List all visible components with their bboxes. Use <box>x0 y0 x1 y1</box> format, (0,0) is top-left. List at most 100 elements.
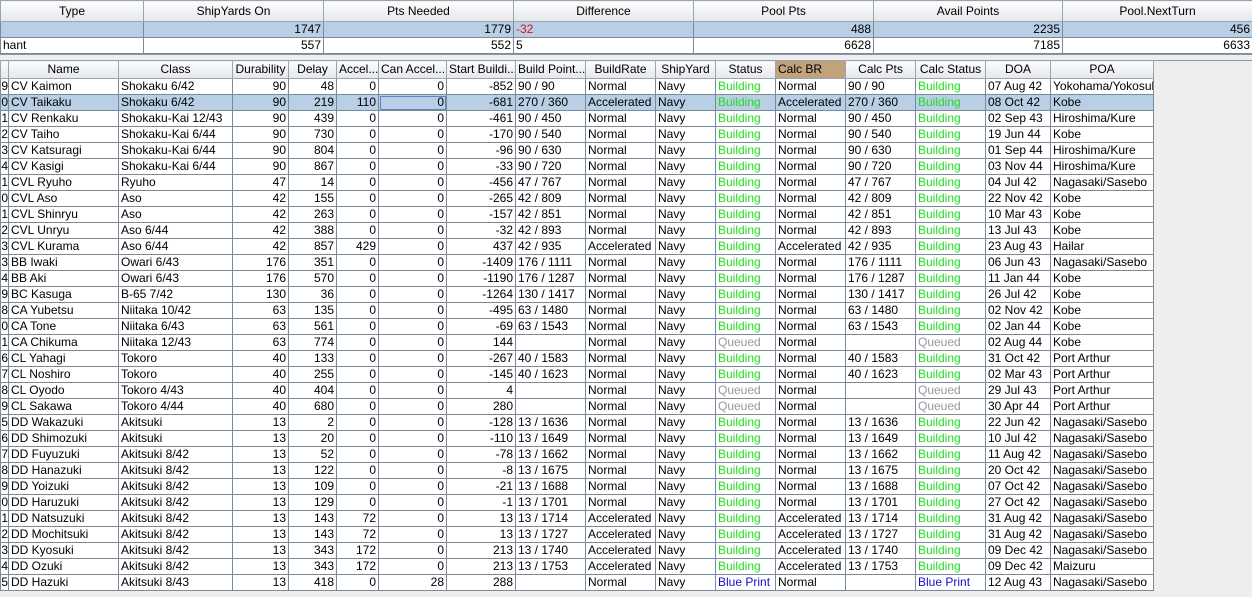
table-row[interactable]: 4 DD Ozuki Akitsuki 8/42 13 343 172 0 213 13 / 1… <box>0 558 1154 575</box>
column-header-durability[interactable]: Durability <box>232 60 289 79</box>
cell-calc-status: Building <box>915 526 986 543</box>
cell-can-accel[interactable]: 0 <box>378 238 447 255</box>
cell-can-accel[interactable]: 0 <box>378 350 447 367</box>
column-header-index[interactable] <box>0 60 9 79</box>
table-row[interactable]: 5 DD Wakazuki Akitsuki 13 2 0 0 -128 13 / 1636 No… <box>0 414 1154 431</box>
cell-can-accel[interactable]: 0 <box>378 334 447 351</box>
table-row[interactable]: 2 DD Mochitsuki Akitsuki 8/42 13 143 72 0 13 13 … <box>0 526 1154 543</box>
cell-can-accel[interactable]: 0 <box>378 542 447 559</box>
column-header-calc-br[interactable]: Calc BR <box>775 60 846 79</box>
cell-can-accel[interactable]: 0 <box>378 174 447 191</box>
cell-can-accel[interactable]: 0 <box>378 94 447 111</box>
table-row[interactable]: 9 BC Kasuga B-65 7/42 130 36 0 0 -1264 130 / 141… <box>0 286 1154 303</box>
table-row[interactable]: 0 CVL Aso Aso 42 155 0 0 -265 42 / 809 Normal Navy… <box>0 190 1154 207</box>
table-row[interactable]: 2 CV Taiho Shokaku-Kai 6/44 90 730 0 0 -170 90 /… <box>0 126 1154 143</box>
cell-can-accel[interactable]: 0 <box>378 414 447 431</box>
cell-can-accel[interactable]: 0 <box>378 558 447 575</box>
column-header-avail-points[interactable]: Avail Points <box>873 0 1063 22</box>
table-row[interactable]: 1 CVL Shinryu Aso 42 263 0 0 -157 42 / 851 Normal… <box>0 206 1154 223</box>
column-header-doa[interactable]: DOA <box>985 60 1051 79</box>
table-row[interactable]: 0 CA Tone Niitaka 6/43 63 561 0 0 -69 63 / 1543 N… <box>0 318 1154 335</box>
column-header-status[interactable]: Status <box>715 60 776 79</box>
cell-name: DD Ozuki <box>8 558 119 575</box>
cell-can-accel[interactable]: 0 <box>378 270 447 287</box>
table-row[interactable]: 9 CV Kaimon Shokaku 6/42 90 48 0 0 -852 90 / 90 N… <box>0 78 1154 95</box>
cell-can-accel[interactable]: 0 <box>378 366 447 383</box>
cell-shipyard: Navy <box>655 510 716 527</box>
summary-row[interactable]: 1747 1779 -32 488 2235 456 <box>0 21 1252 38</box>
cell-calc-pts: 13 / 1714 <box>845 510 916 527</box>
cell-can-accel[interactable]: 0 <box>378 78 447 95</box>
table-row[interactable]: 3 BB Iwaki Owari 6/43 176 351 0 0 -1409 176 / 11… <box>0 254 1154 271</box>
table-row[interactable]: 5 DD Hazuki Akitsuki 8/43 13 418 0 28 288 Normal… <box>0 574 1154 591</box>
cell-can-accel[interactable]: 0 <box>378 206 447 223</box>
cell-can-accel[interactable]: 0 <box>378 478 447 495</box>
cell-can-accel[interactable]: 0 <box>378 302 447 319</box>
column-header-pts-needed[interactable]: Pts Needed <box>323 0 514 22</box>
table-row[interactable]: 7 CL Noshiro Tokoro 40 255 0 0 -145 40 / 1623 Nor… <box>0 366 1154 383</box>
cell-can-accel[interactable]: 0 <box>378 110 447 127</box>
column-header-build-point[interactable]: Build Point... <box>515 60 586 79</box>
column-header-shipyard[interactable]: ShipYard <box>655 60 716 79</box>
table-row[interactable]: 4 BB Aki Owari 6/43 176 570 0 0 -1190 176 / 1287… <box>0 270 1154 287</box>
summary-row[interactable]: hant 557 552 5 6628 7185 6633 <box>0 37 1252 54</box>
cell-can-accel[interactable]: 28 <box>378 574 447 591</box>
table-row[interactable]: 8 CA Yubetsu Niitaka 10/42 63 135 0 0 -495 63 / … <box>0 302 1154 319</box>
column-header-accel[interactable]: Accel... <box>336 60 379 79</box>
table-row[interactable]: 9 CL Sakawa Tokoro 4/44 40 680 0 0 280 Normal Nav… <box>0 398 1154 415</box>
cell-buildrate: Normal <box>585 574 656 591</box>
table-row[interactable]: 3 CV Katsuragi Shokaku-Kai 6/44 90 804 0 0 -96 9… <box>0 142 1154 159</box>
cell-can-accel[interactable]: 0 <box>378 254 447 271</box>
column-header-class[interactable]: Class <box>118 60 233 79</box>
table-row[interactable]: 9 DD Yoizuki Akitsuki 8/42 13 109 0 0 -21 13 / 1… <box>0 478 1154 495</box>
cell-calc-br: Normal <box>775 462 846 479</box>
column-header-start-buildi[interactable]: Start Buildi... <box>446 60 516 79</box>
cell-can-accel[interactable]: 0 <box>378 158 447 175</box>
table-row[interactable]: 0 CV Taikaku Shokaku 6/42 90 219 110 0 -681 270 … <box>0 94 1154 111</box>
column-header-buildrate[interactable]: BuildRate <box>585 60 656 79</box>
table-row[interactable]: 8 DD Hanazuki Akitsuki 8/42 13 122 0 0 -8 13 / 1… <box>0 462 1154 479</box>
table-row[interactable]: 7 DD Fuyuzuki Akitsuki 8/42 13 52 0 0 -78 13 / 1… <box>0 446 1154 463</box>
cell-can-accel[interactable]: 0 <box>378 430 447 447</box>
column-header-shipyards-on[interactable]: ShipYards On <box>143 0 324 22</box>
cell-can-accel[interactable]: 0 <box>378 382 447 399</box>
column-header-calc-status[interactable]: Calc Status <box>915 60 986 79</box>
column-header-pool-nextturn[interactable]: Pool.NextTurn <box>1062 0 1252 22</box>
cell-can-accel[interactable]: 0 <box>378 318 447 335</box>
column-header-poa[interactable]: POA <box>1050 60 1154 79</box>
table-row[interactable]: 3 DD Kyosuki Akitsuki 8/42 13 343 172 0 213 13 /… <box>0 542 1154 559</box>
table-row[interactable]: 1 CA Chikuma Niitaka 12/43 63 774 0 0 144 Normal… <box>0 334 1154 351</box>
cell-can-accel[interactable]: 0 <box>378 510 447 527</box>
column-header-can-accel[interactable]: Can Accel... <box>378 60 447 79</box>
table-row[interactable]: 6 DD Shimozuki Akitsuki 13 20 0 0 -110 13 / 1649… <box>0 430 1154 447</box>
column-header-type[interactable]: Type <box>0 0 144 22</box>
table-row[interactable]: 8 CL Oyodo Tokoro 4/43 40 404 0 0 4 Normal Navy Qu… <box>0 382 1154 399</box>
cell-can-accel[interactable]: 0 <box>378 190 447 207</box>
table-row[interactable]: 0 DD Haruzuki Akitsuki 8/42 13 129 0 0 -1 13 / 1… <box>0 494 1154 511</box>
summary-cell-pts-needed: 1779 <box>323 21 514 38</box>
column-header-pool-pts[interactable]: Pool Pts <box>693 0 874 22</box>
table-row[interactable]: 6 CL Yahagi Tokoro 40 133 0 0 -267 40 / 1583 Norm… <box>0 350 1154 367</box>
cell-start-buildi: -461 <box>446 110 516 127</box>
column-header-difference[interactable]: Difference <box>513 0 694 22</box>
cell-can-accel[interactable]: 0 <box>378 286 447 303</box>
table-row[interactable]: 1 CV Renkaku Shokaku-Kai 12/43 90 439 0 0 -461 9… <box>0 110 1154 127</box>
table-row[interactable]: 1 DD Natsuzuki Akitsuki 8/42 13 143 72 0 13 13 /… <box>0 510 1154 527</box>
cell-can-accel[interactable]: 0 <box>378 142 447 159</box>
table-row[interactable]: 2 CVL Unryu Aso 6/44 42 388 0 0 -32 42 / 893 Norm… <box>0 222 1154 239</box>
column-header-name[interactable]: Name <box>8 60 119 79</box>
column-header-calc-pts[interactable]: Calc Pts <box>845 60 916 79</box>
cell-can-accel[interactable]: 0 <box>378 398 447 415</box>
cell-poa: Port Arthur <box>1050 398 1154 415</box>
table-row[interactable]: 3 CVL Kurama Aso 6/44 42 857 429 0 437 42 / 935 A… <box>0 238 1154 255</box>
cell-can-accel[interactable]: 0 <box>378 494 447 511</box>
table-row[interactable]: 4 CV Kasigi Shokaku-Kai 6/44 90 867 0 0 -33 90 /… <box>0 158 1154 175</box>
table-row[interactable]: 1 CVL Ryuho Ryuho 47 14 0 0 -456 47 / 767 Normal N… <box>0 174 1154 191</box>
cell-can-accel[interactable]: 0 <box>378 462 447 479</box>
cell-can-accel[interactable]: 0 <box>378 222 447 239</box>
cell-can-accel[interactable]: 0 <box>378 526 447 543</box>
cell-buildrate: Normal <box>585 254 656 271</box>
cell-can-accel[interactable]: 0 <box>378 126 447 143</box>
column-header-delay[interactable]: Delay <box>288 60 337 79</box>
cell-can-accel[interactable]: 0 <box>378 446 447 463</box>
